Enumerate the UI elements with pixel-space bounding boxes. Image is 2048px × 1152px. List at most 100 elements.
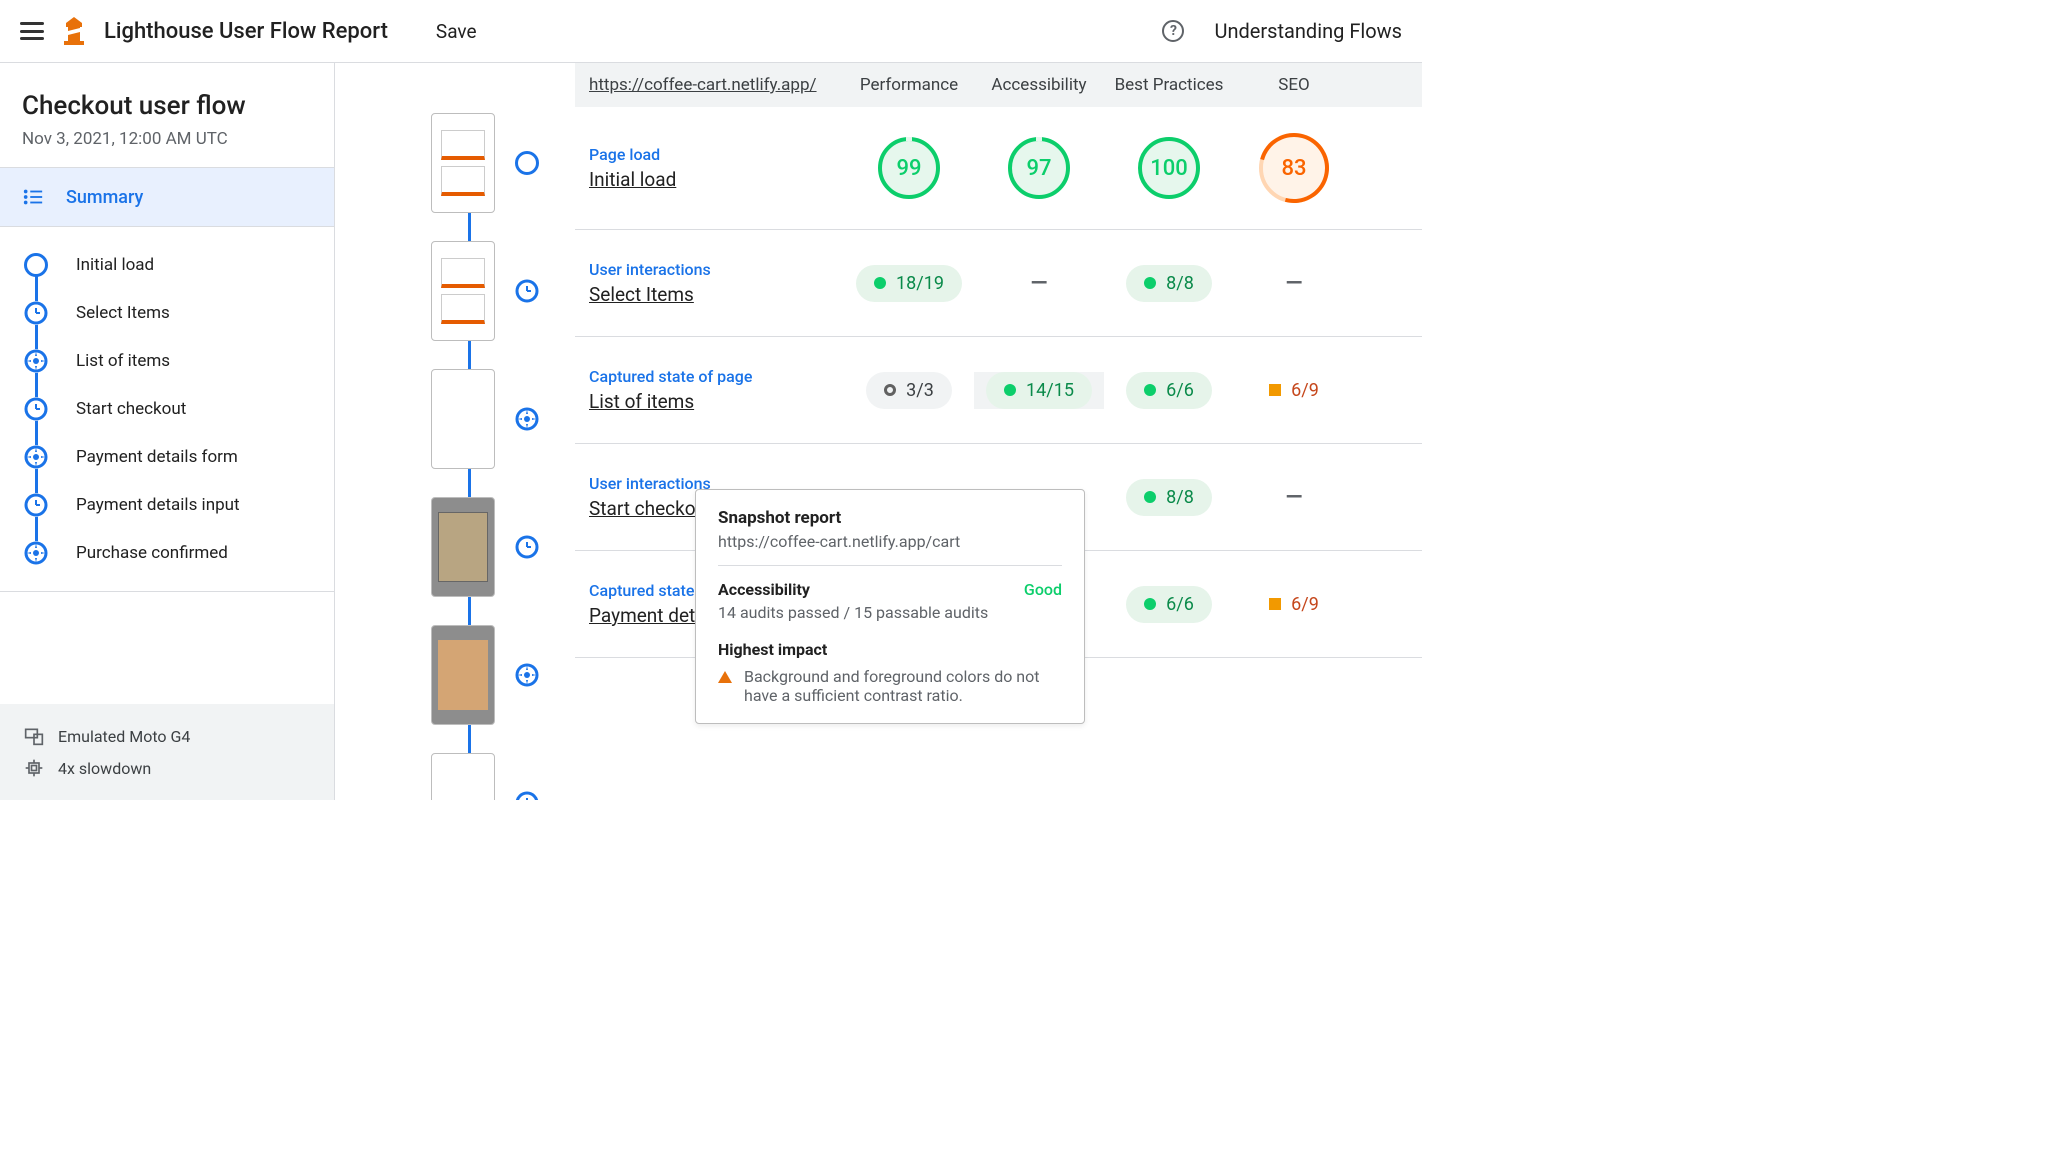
sidebar: Checkout user flow Nov 3, 2021, 12:00 AM… xyxy=(0,63,335,800)
tooltip-impact-text: Background and foreground colors do not … xyxy=(744,667,1062,705)
dash: — xyxy=(1031,271,1048,296)
score-cell[interactable]: 6/9 xyxy=(1234,586,1354,623)
timeline-item[interactable] xyxy=(371,369,539,469)
sidebar-step[interactable]: Payment details input xyxy=(24,481,320,529)
chip: 14/15 xyxy=(986,372,1092,409)
sidebar-step[interactable]: Start checkout xyxy=(24,385,320,433)
device-label: Emulated Moto G4 xyxy=(58,727,190,746)
device-icon xyxy=(24,726,44,746)
sidebar-step[interactable]: Payment details form xyxy=(24,433,320,481)
snapshot-icon xyxy=(24,349,48,373)
score-cell[interactable]: 83 xyxy=(1234,137,1354,199)
row-name[interactable]: Initial load xyxy=(589,168,844,191)
chip: 8/8 xyxy=(1126,479,1212,516)
score-cell[interactable]: — xyxy=(1234,485,1354,510)
save-button[interactable]: Save xyxy=(436,20,477,43)
thumbnail xyxy=(431,497,495,597)
col-best-practices: Best Practices xyxy=(1104,75,1234,95)
thumbnail xyxy=(431,753,495,800)
step-label: Payment details form xyxy=(76,447,238,467)
col-seo: SEO xyxy=(1234,75,1354,95)
score-cell[interactable]: 14/15 xyxy=(974,372,1104,409)
row-type: Page load xyxy=(589,145,844,164)
score-cell[interactable]: 6/6 xyxy=(1104,372,1234,409)
step-label: Purchase confirmed xyxy=(76,543,228,563)
score-cell[interactable]: 8/8 xyxy=(1104,479,1234,516)
timeline-item[interactable] xyxy=(371,497,539,597)
snapshot-icon xyxy=(24,445,48,469)
thumbnail xyxy=(431,625,495,725)
list-icon xyxy=(22,186,44,208)
gauge: 100 xyxy=(1138,137,1200,199)
summary-label: Summary xyxy=(66,187,143,208)
lighthouse-logo-icon xyxy=(62,17,86,45)
timespan-icon xyxy=(24,301,48,325)
snapshot-icon xyxy=(515,407,539,431)
score-cell[interactable]: 6/9 xyxy=(1234,372,1354,409)
topbar: Lighthouse User Flow Report Save ? Under… xyxy=(0,0,1422,63)
sidebar-steps: Initial load Select Items List of items Sta… xyxy=(0,227,334,591)
dash: — xyxy=(1286,485,1303,510)
table-row: Captured state of pageList of items3/314… xyxy=(575,337,1422,444)
chip: 6/9 xyxy=(1251,372,1337,409)
navigation-icon xyxy=(24,253,48,277)
score-cell[interactable]: 18/19 xyxy=(844,265,974,302)
flow-date: Nov 3, 2021, 12:00 AM UTC xyxy=(22,129,312,149)
timespan-icon xyxy=(515,279,539,303)
timespan-icon xyxy=(515,535,539,559)
step-label: List of items xyxy=(76,351,170,371)
chip: 18/19 xyxy=(856,265,962,302)
score-cell[interactable]: 6/6 xyxy=(1104,586,1234,623)
snapshot-icon xyxy=(515,663,539,687)
score-cell[interactable]: 100 xyxy=(1104,137,1234,199)
score-cell[interactable]: 99 xyxy=(844,137,974,199)
gauge: 83 xyxy=(1263,137,1325,199)
row-name[interactable]: List of items xyxy=(589,390,844,413)
tooltip-title: Snapshot report xyxy=(718,508,1062,528)
thumbnail xyxy=(431,369,495,469)
sidebar-summary[interactable]: Summary xyxy=(0,168,334,226)
snapshot-icon xyxy=(24,541,48,565)
timespan-icon xyxy=(24,493,48,517)
chip: 6/6 xyxy=(1126,372,1212,409)
menu-icon[interactable] xyxy=(20,22,44,40)
timespan-icon xyxy=(515,791,539,800)
score-cell[interactable]: — xyxy=(1234,271,1354,296)
table-row: Page load Initial load99 97 100 83 xyxy=(575,107,1422,230)
understanding-flows-link[interactable]: Understanding Flows xyxy=(1214,19,1402,43)
sidebar-step[interactable]: Initial load xyxy=(24,241,320,289)
flow-title: Checkout user flow xyxy=(22,91,312,121)
tooltip-impact-label: Highest impact xyxy=(718,640,1062,659)
sidebar-step[interactable]: Purchase confirmed xyxy=(24,529,320,577)
score-cell[interactable]: — xyxy=(974,271,1104,296)
timeline-item[interactable] xyxy=(371,753,539,800)
timeline-item[interactable] xyxy=(371,241,539,341)
tooltip-audits: 14 audits passed / 15 passable audits xyxy=(718,603,1062,622)
step-label: Select Items xyxy=(76,303,170,323)
environment-info: Emulated Moto G4 4x slowdown xyxy=(0,704,334,800)
col-accessibility: Accessibility xyxy=(974,75,1104,95)
tooltip-url: https://coffee-cart.netlify.app/cart xyxy=(718,532,1062,551)
tooltip: Snapshot report https://coffee-cart.netl… xyxy=(695,489,1085,724)
thumbnail xyxy=(431,241,495,341)
score-cell[interactable]: 97 xyxy=(974,137,1104,199)
help-icon[interactable]: ? xyxy=(1162,20,1184,42)
step-label: Payment details input xyxy=(76,495,240,515)
score-cell[interactable]: 3/3 xyxy=(844,372,974,409)
timeline xyxy=(335,63,575,800)
table-url[interactable]: https://coffee-cart.netlify.app/ xyxy=(589,75,844,95)
row-name[interactable]: Select Items xyxy=(589,283,844,306)
step-label: Start checkout xyxy=(76,399,186,419)
page-title: Lighthouse User Flow Report xyxy=(104,19,388,44)
sidebar-step[interactable]: Select Items xyxy=(24,289,320,337)
timeline-item[interactable] xyxy=(371,113,539,213)
timeline-item[interactable] xyxy=(371,625,539,725)
table-row: User interactionsSelect Items18/19—8/8— xyxy=(575,230,1422,337)
warning-icon xyxy=(718,671,732,683)
cpu-label: 4x slowdown xyxy=(58,759,151,778)
score-cell[interactable]: 8/8 xyxy=(1104,265,1234,302)
gauge: 97 xyxy=(1008,137,1070,199)
sidebar-step[interactable]: List of items xyxy=(24,337,320,385)
chip: 8/8 xyxy=(1126,265,1212,302)
chip: 3/3 xyxy=(866,372,952,409)
